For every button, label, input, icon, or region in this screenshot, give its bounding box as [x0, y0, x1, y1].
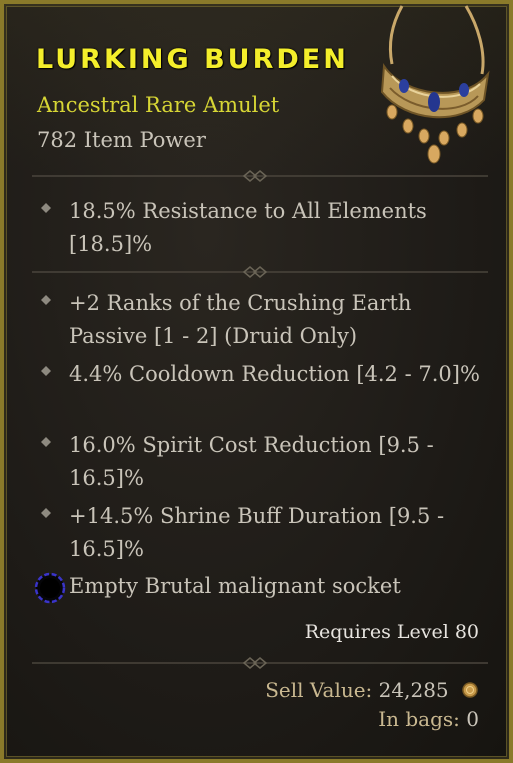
sell-value-label: Sell Value:: [265, 678, 373, 702]
section-divider: [32, 657, 488, 669]
implicit-affix: 18.5% Resistance to All Elements [18.5]%: [40, 195, 480, 261]
diamond-bullet-icon: [41, 366, 51, 376]
affix: 4.4% Cooldown Reduction [4.2 - 7.0]%: [40, 358, 480, 391]
diamond-bullet-icon: [41, 295, 51, 305]
in-bags: In bags: 0: [378, 707, 479, 731]
item-tooltip: LURKING BURDEN Ancestral Rare Amulet 782…: [0, 0, 513, 763]
affix-text: 18.5% Resistance to All Elements [18.5]%: [69, 199, 427, 256]
section-divider: [32, 170, 488, 182]
diamond-bullet-icon: [41, 437, 51, 447]
affix-text: +14.5% Shrine Buff Duration [9.5 - 16.5]…: [69, 504, 445, 561]
level-requirement: Requires Level 80: [304, 621, 479, 643]
socket-text: Empty Brutal malignant socket: [69, 574, 401, 598]
affix-text: 4.4% Cooldown Reduction [4.2 - 7.0]%: [69, 362, 480, 386]
sell-value-amount: 24,285: [378, 678, 449, 702]
diamond-bullet-icon: [41, 203, 51, 213]
diamond-bullet-icon: [41, 508, 51, 518]
in-bags-count: 0: [466, 707, 479, 731]
sell-value: Sell Value: 24,285: [265, 678, 479, 702]
affix-text: 16.0% Spirit Cost Reduction [9.5 - 16.5]…: [69, 433, 434, 490]
affix: 16.0% Spirit Cost Reduction [9.5 - 16.5]…: [40, 429, 480, 495]
item-name: LURKING BURDEN: [36, 44, 349, 75]
in-bags-label: In bags:: [378, 707, 460, 731]
affix: +2 Ranks of the Crushing Earth Passive […: [40, 287, 480, 353]
malignant-socket-icon: [34, 572, 66, 604]
affix-text: +2 Ranks of the Crushing Earth Passive […: [69, 291, 412, 348]
affix: +14.5% Shrine Buff Duration [9.5 - 16.5]…: [40, 500, 480, 566]
item-power: 782 Item Power: [37, 128, 206, 152]
item-type-line: Ancestral Rare Amulet: [37, 93, 280, 117]
section-divider: [32, 266, 488, 278]
amulet-icon: [380, 5, 490, 164]
gold-coin-icon: [462, 682, 478, 698]
